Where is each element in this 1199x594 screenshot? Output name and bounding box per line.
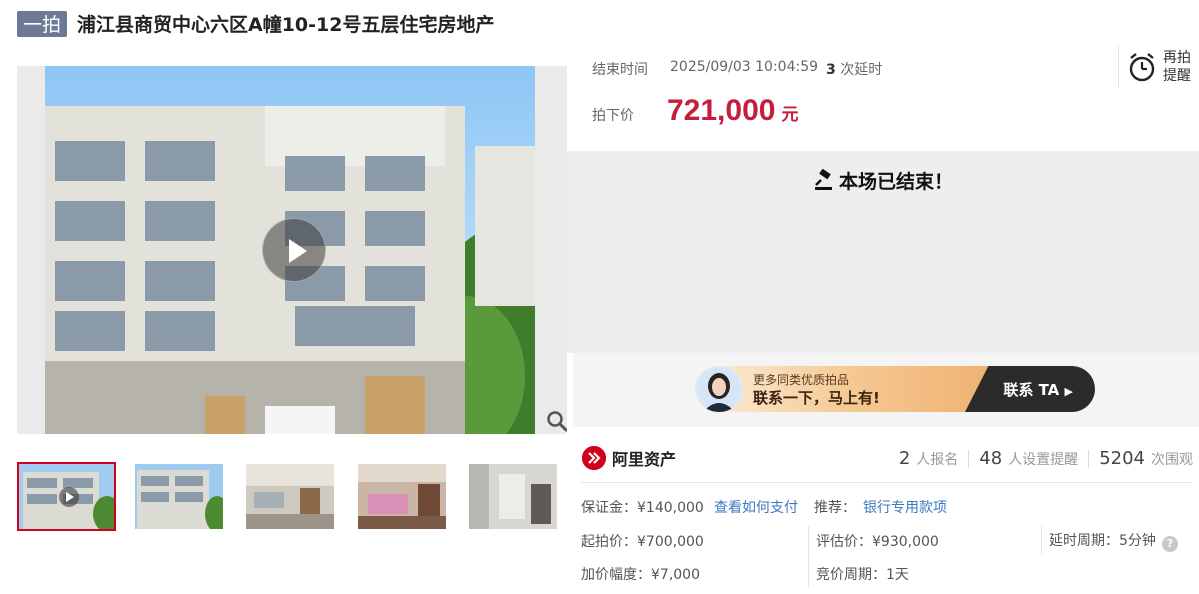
agent-avatar [695,366,743,412]
appraisal-price: 评估价：¥930,000 [816,534,939,550]
divider [968,449,970,468]
arrow-right-icon: ▶ [1064,385,1073,398]
recommend-link[interactable]: 银行专用款项 [863,497,947,517]
auction-round-badge: 一拍 [17,10,67,37]
main-image-viewer[interactable] [17,66,567,434]
auction-ended-message: 本场已结束！ [567,167,1199,194]
auction-ended-text: 本场已结束！ [838,171,953,193]
delay-period: 延时周期：5分钟? [1049,530,1178,552]
brand-name: 阿里资产 [612,450,677,469]
gavel-icon [814,168,832,190]
banner-subtitle: 更多同类优质拍品 [753,373,850,387]
final-price-label: 拍下价 [592,108,634,124]
stat-number: 48 [979,448,1003,469]
final-price-row: 拍下价 721,000 元 [592,94,798,128]
thumbnail-play-icon [59,487,79,507]
delay-count-label: 次延时 [840,62,883,78]
remind-label: 再拍 提醒 [1163,49,1191,85]
stat-label: 人设置提醒 [1008,452,1079,468]
stat-label: 次围观 [1151,452,1193,468]
thumbnail-5[interactable] [469,464,557,529]
page-title: 浦江县商贸中心六区A幢10-12号五层住宅房地产 [77,14,495,36]
final-price-unit: 元 [781,105,799,125]
title-row: 一拍 浦江县商贸中心六区A幢10-12号五层住宅房地产 [17,10,494,37]
banner-title: 联系一下，马上有! [753,389,880,407]
auction-stats: 2 人报名 48 人设置提醒 5204 次围观 [899,448,1193,469]
contact-button-label: 联系 TA [1003,381,1060,399]
thumbnail-3[interactable] [246,464,334,529]
stat-label: 人报名 [916,452,959,468]
deposit: 保证金：¥140,000 [581,500,704,516]
alarm-clock-icon [1129,53,1155,82]
recommend-label: 推荐： [814,500,856,516]
stat-number: 2 [898,448,911,469]
zoom-icon[interactable] [546,410,567,432]
bid-increment: 加价幅度：¥7,000 [581,567,700,583]
delay-count-number: 3 [826,62,836,78]
delay-period-text: 延时周期：5分钟 [1049,533,1156,549]
brand: 阿里资产 [582,446,676,470]
divider [808,526,809,588]
end-time-row: 结束时间 2025/09/03 10:04:59 3 次延时 [592,59,882,79]
thumbnail-2[interactable] [135,464,223,529]
play-video-icon[interactable] [262,218,326,282]
ali-assets-logo-icon [582,446,606,470]
final-price-value: 721,000 [667,94,776,127]
info-icon[interactable]: ? [1161,536,1178,552]
bid-period: 竞价周期：1天 [816,567,909,583]
remind-label-2: 提醒 [1163,68,1191,84]
divider [581,482,1192,483]
start-price: 起拍价：¥700,000 [581,534,704,550]
remind-again-button[interactable]: 再拍 提醒 [1118,46,1199,88]
contact-button[interactable]: 联系 TA ▶ [1003,379,1073,400]
auction-status-panel: 本场已结束！ [567,151,1199,353]
contact-banner[interactable]: 更多同类优质拍品 联系一下，马上有! 联系 TA ▶ [695,366,1095,412]
delay-count: 3 次延时 [826,59,882,79]
divider [1041,526,1042,554]
how-to-pay-link[interactable]: 查看如何支付 [714,497,798,517]
divider [1088,449,1090,468]
end-time-label: 结束时间 [592,62,648,78]
stat-number: 5204 [1099,448,1145,469]
remind-label-1: 再拍 [1163,50,1191,66]
end-time-value: 2025/09/03 10:04:59 [670,59,819,75]
thumbnail-1[interactable] [17,462,116,531]
thumbnail-4[interactable] [358,464,446,529]
